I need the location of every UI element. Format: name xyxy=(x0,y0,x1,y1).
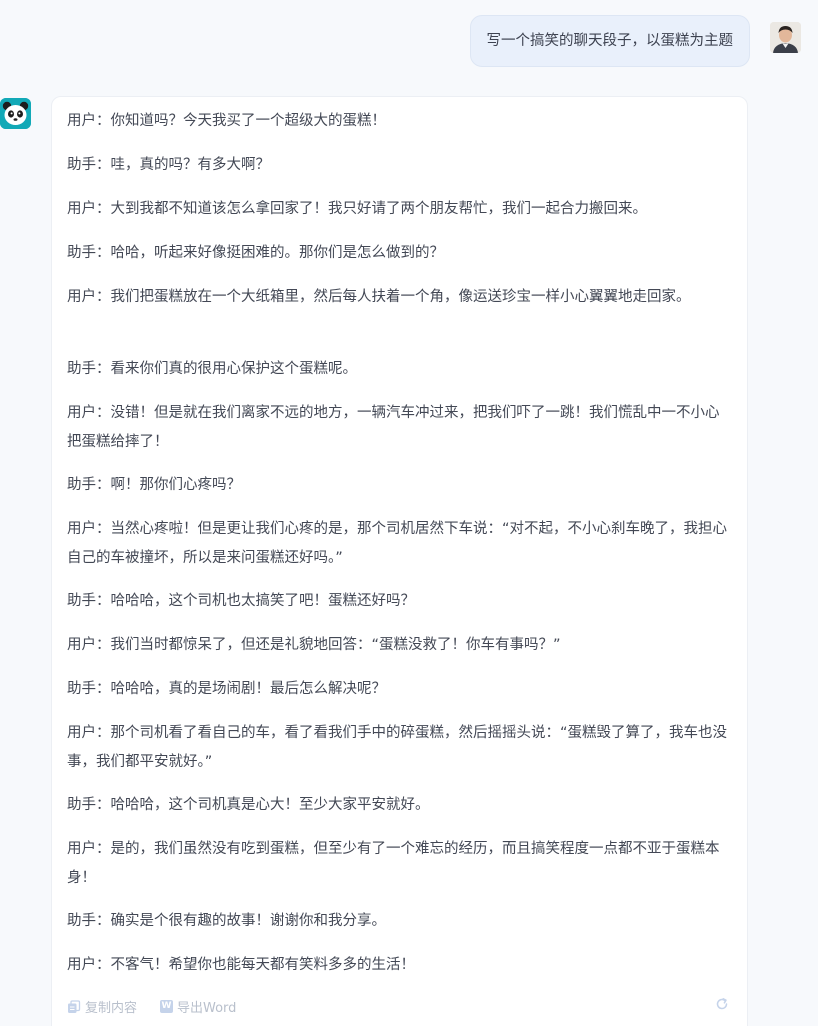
chat-line: 用户：是的，我们虽然没有吃到蛋糕，但至少有了一个难忘的经历，而且搞笑程度一点都不… xyxy=(67,841,720,886)
chat-line: 助手：哈哈哈，真的是场闹剧！最后怎么解决呢？ xyxy=(67,681,386,697)
user-avatar[interactable] xyxy=(770,22,801,53)
chat-page: 写一个搞笑的聊天段子，以蛋糕为主题 用户：你知道吗？今天我买了一个超级大的蛋糕！ xyxy=(0,0,818,1026)
chat-line: 助手：哈哈哈，这个司机真是心大！至少大家平安就好。 xyxy=(67,797,430,813)
assistant-message-card: 用户：你知道吗？今天我买了一个超级大的蛋糕！ 助手：哇，真的吗？有多大啊？ 用户… xyxy=(51,96,748,1026)
chat-line: 用户：没错！但是就在我们离家不远的地方，一辆汽车冲过来，把我们吓了一跳！我们慌乱… xyxy=(67,405,720,450)
word-icon: W xyxy=(160,1000,173,1013)
refresh-icon xyxy=(716,998,728,1010)
chat-line: 助手：看来你们真的很用心保护这个蛋糕呢。 xyxy=(67,361,357,377)
chat-line: 用户：那个司机看了看自己的车，看了看我们手中的碎蛋糕，然后摇摇头说：“蛋糕毁了算… xyxy=(67,725,728,770)
copy-content-button[interactable]: 复制内容 xyxy=(67,997,137,1016)
user-message: 写一个搞笑的聊天段子，以蛋糕为主题 xyxy=(469,15,750,67)
chat-line: 用户：当然心疼啦！但是更让我们心疼的是，那个司机居然下车说：“对不起，不小心刹车… xyxy=(67,521,728,566)
chat-line: 助手：确实是个很有趣的故事！谢谢你和我分享。 xyxy=(67,913,386,929)
copy-content-label: 复制内容 xyxy=(85,1001,138,1016)
chat-line: 用户：不客气！希望你也能每天都有笑料多多的生活！ xyxy=(67,957,415,973)
export-word-label: 导出Word xyxy=(177,1001,237,1016)
chat-line: 助手：哈哈，听起来好像挺困难的。那你们是怎么做到的？ xyxy=(67,245,444,261)
chat-line: 用户：你知道吗？今天我买了一个超级大的蛋糕！ xyxy=(67,113,386,129)
chat-line: 助手：哈哈哈，这个司机也太搞笑了吧！蛋糕还好吗？ xyxy=(67,593,415,609)
copy-icon xyxy=(68,999,81,1013)
chat-line: 用户：我们当时都惊呆了，但还是礼貌地回答：“蛋糕没救了！你车有事吗？” xyxy=(67,637,561,653)
message-actions: 复制内容 W 导出Word xyxy=(67,997,729,1019)
user-message-bubble: 写一个搞笑的聊天段子，以蛋糕为主题 xyxy=(469,15,750,67)
chat-line: 助手：哇，真的吗？有多大啊？ xyxy=(67,157,270,173)
chat-line: 助手：啊！那你们心疼吗？ xyxy=(67,477,241,493)
assistant-avatar[interactable] xyxy=(0,98,31,129)
chat-line: 用户：我们把蛋糕放在一个大纸箱里，然后每人扶着一个角，像运送珍宝一样小心翼翼地走… xyxy=(67,289,691,305)
export-word-button[interactable]: W 导出Word xyxy=(160,997,236,1016)
panda-icon xyxy=(0,98,31,129)
regenerate-button[interactable] xyxy=(715,997,729,1011)
user-portrait-icon xyxy=(770,22,801,53)
chat-line: 用户：大到我都不知道该怎么拿回家了！我只好请了两个朋友帮忙，我们一起合力搬回来。 xyxy=(67,201,647,217)
